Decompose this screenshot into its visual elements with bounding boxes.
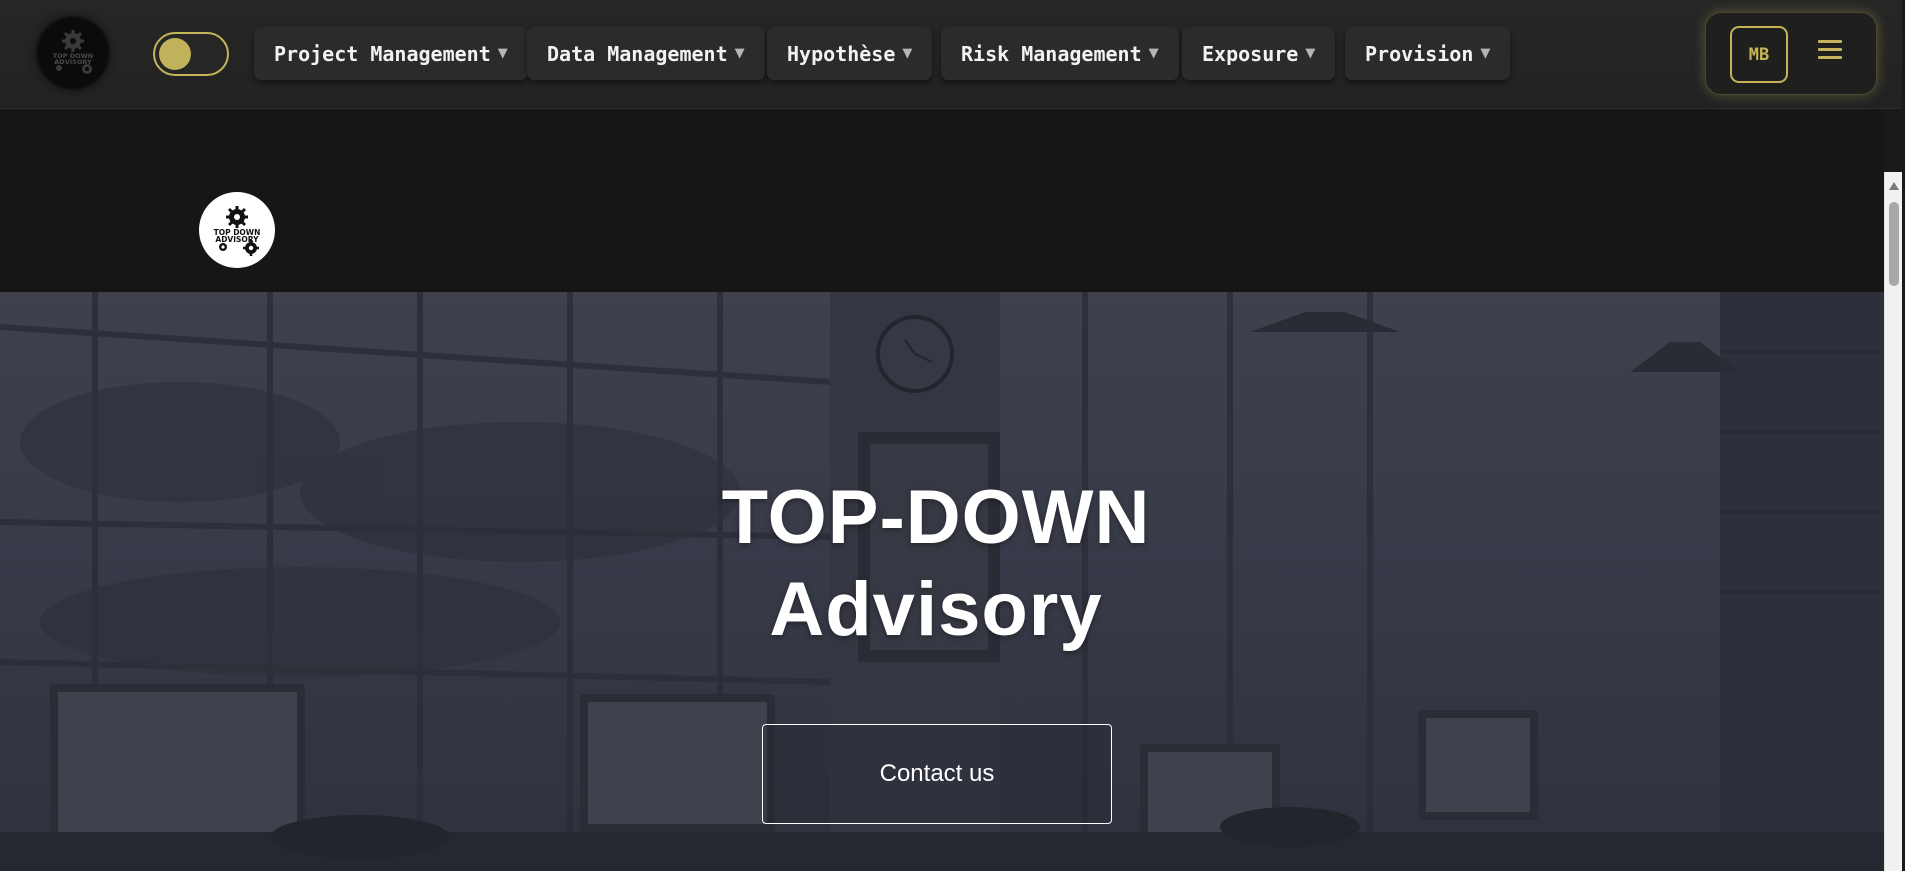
toggle-knob bbox=[159, 38, 191, 70]
menu-label: Project Management bbox=[274, 41, 491, 66]
page-scrollbar[interactable] bbox=[1884, 172, 1902, 871]
menu-project-management[interactable]: Project Management ▼ bbox=[254, 27, 528, 80]
hamburger-menu-icon[interactable] bbox=[1818, 40, 1842, 62]
caret-down-icon: ▼ bbox=[1148, 46, 1159, 61]
top-navbar: TOP DOWN ADVISORY Project Management ▼ D… bbox=[0, 0, 1902, 109]
theme-toggle[interactable] bbox=[153, 32, 229, 76]
subheader-band: TOP DOWN ADVISORY bbox=[0, 110, 1884, 292]
contact-us-button[interactable]: Contact us bbox=[762, 724, 1112, 824]
hero-title-line2: Advisory bbox=[769, 567, 1103, 652]
user-panel: MB bbox=[1705, 12, 1877, 95]
menu-data-management[interactable]: Data Management ▼ bbox=[527, 27, 765, 80]
caret-down-icon: ▼ bbox=[902, 46, 913, 61]
menu-label: Risk Management bbox=[961, 41, 1142, 66]
gears-icon: TOP DOWN ADVISORY bbox=[214, 206, 260, 256]
menu-label: Provision bbox=[1365, 41, 1474, 66]
svg-text:ADVISORY: ADVISORY bbox=[54, 58, 92, 66]
user-avatar[interactable]: MB bbox=[1730, 26, 1788, 83]
hero-title-line1: TOP-DOWN bbox=[721, 475, 1151, 560]
hero-section: TOP-DOWN Advisory Contact us bbox=[0, 292, 1884, 871]
caret-down-icon: ▼ bbox=[1480, 46, 1491, 61]
caret-down-icon: ▼ bbox=[734, 46, 745, 61]
menu-exposure[interactable]: Exposure ▼ bbox=[1182, 27, 1336, 80]
menu-label: Data Management bbox=[547, 41, 728, 66]
menu-label: Hypothèse bbox=[787, 41, 896, 66]
caret-down-icon: ▼ bbox=[497, 46, 508, 61]
menu-hypothese[interactable]: Hypothèse ▼ bbox=[767, 27, 933, 80]
scroll-up-arrow-icon[interactable] bbox=[1889, 182, 1899, 190]
hero-title: TOP-DOWN Advisory bbox=[0, 472, 1872, 656]
scroll-thumb[interactable] bbox=[1889, 202, 1899, 286]
menu-risk-management[interactable]: Risk Management ▼ bbox=[941, 27, 1179, 80]
svg-text:ADVISORY: ADVISORY bbox=[215, 235, 259, 244]
menu-label: Exposure bbox=[1202, 41, 1299, 66]
company-logo[interactable]: TOP DOWN ADVISORY bbox=[199, 192, 275, 268]
menu-provision[interactable]: Provision ▼ bbox=[1345, 27, 1511, 80]
brand-logo[interactable]: TOP DOWN ADVISORY bbox=[38, 18, 108, 88]
caret-down-icon: ▼ bbox=[1305, 46, 1316, 61]
gears-icon: TOP DOWN ADVISORY bbox=[53, 30, 93, 74]
